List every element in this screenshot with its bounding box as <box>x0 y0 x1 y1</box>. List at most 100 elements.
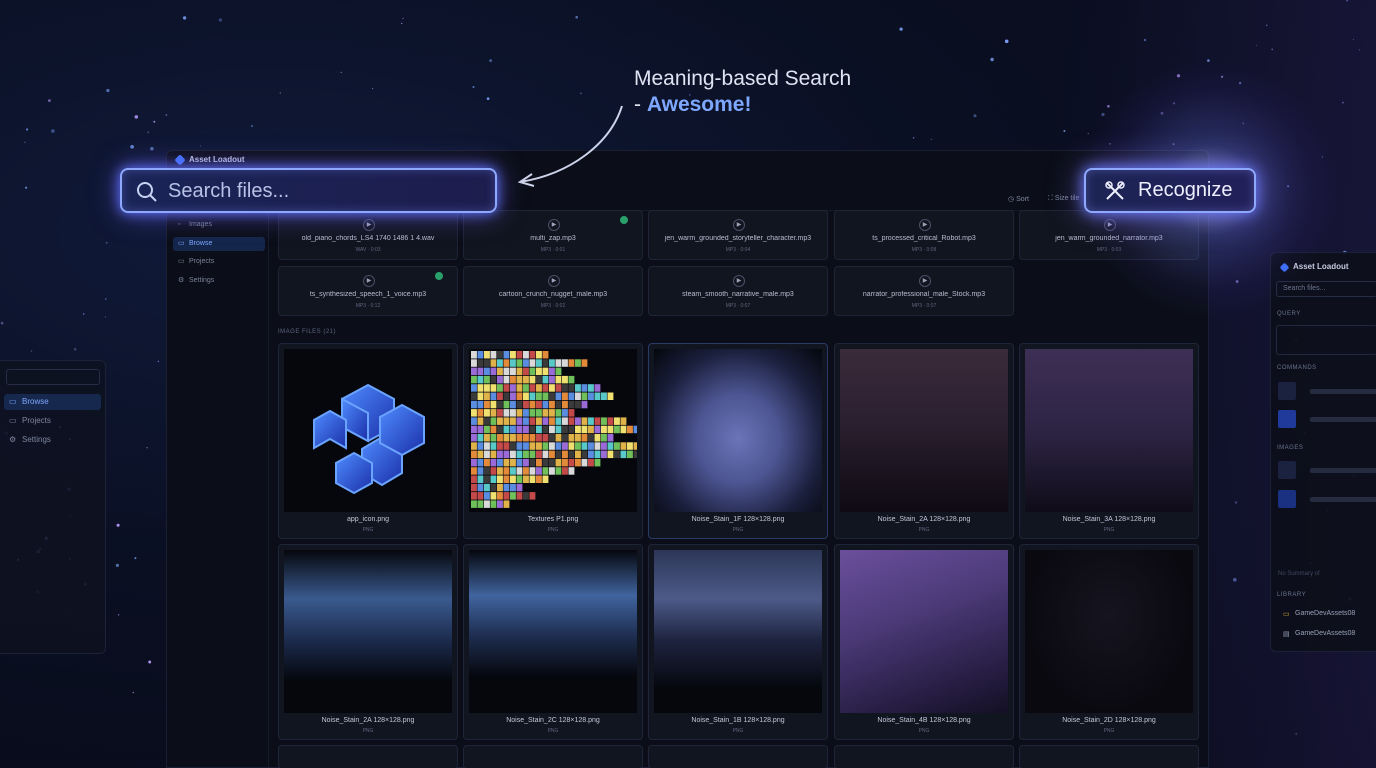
pixel-tile <box>477 467 484 475</box>
pixel-tile <box>581 417 588 425</box>
file-meta: MP3 · 0:04 <box>725 247 751 253</box>
image-file-card[interactable]: Noise_Stain_2D 128×128.png PNG <box>1019 544 1199 740</box>
sidebar-item-browse[interactable]: ▭ Browse <box>173 237 265 251</box>
sidebar-item-images[interactable]: ▫ Images <box>173 218 265 232</box>
image-file-card[interactable]: app_icon.png PNG <box>278 343 458 539</box>
section-label: IMAGES <box>1277 445 1304 451</box>
play-icon[interactable]: ▶ <box>1104 219 1116 231</box>
image-file-card[interactable]: Noise_Stain_1B 128×128.png PNG <box>648 544 828 740</box>
star-particle <box>24 141 26 144</box>
audio-file-card[interactable]: ▶ old_piano_chords_LS4 1740 1486 1 4.wav… <box>278 210 458 260</box>
pixel-tile <box>549 384 555 392</box>
pixel-tile <box>523 367 529 376</box>
image-file-card[interactable]: Noise_Stain_2A 128×128.png PNG <box>834 343 1014 539</box>
tile-size-button[interactable]: ⛶ Size tile <box>1048 195 1079 203</box>
star-particle <box>1271 48 1274 51</box>
pixel-tile <box>471 409 477 417</box>
audio-file-card[interactable]: ▶ narrator_professional_male_Stock.mp3 M… <box>834 266 1014 316</box>
star-particle <box>899 27 903 31</box>
check-icon <box>435 272 443 280</box>
thumbnail-image <box>1278 382 1296 400</box>
pixel-tile <box>503 367 510 376</box>
pixel-tile <box>497 483 503 492</box>
pixel-tile <box>484 359 490 367</box>
pixel-tile <box>529 359 536 367</box>
star-particle <box>117 613 120 616</box>
play-icon[interactable]: ▶ <box>919 219 931 231</box>
search-bar[interactable] <box>120 168 497 213</box>
pixel-tile <box>497 492 503 500</box>
recognize-button[interactable]: Recognize <box>1084 168 1256 213</box>
play-icon[interactable]: ▶ <box>548 219 560 231</box>
file-meta: MP3 · 0:02 <box>540 303 566 309</box>
placeholder-bar <box>1310 417 1376 422</box>
pixel-tile <box>588 417 594 425</box>
pixel-tile <box>601 392 607 400</box>
audio-file-card[interactable]: ▶ jen_warm_grounded_narrator.mp3 MP3 · 0… <box>1019 210 1199 260</box>
image-file-card[interactable] <box>278 745 458 768</box>
audio-file-card[interactable]: ▶ steam_smooth_narrative_male.mp3 MP3 · … <box>648 266 828 316</box>
pixel-tile <box>549 417 555 425</box>
star-particle <box>26 128 29 131</box>
pixel-tile <box>575 417 581 425</box>
audio-file-card[interactable]: ▶ ts_processed_critical_Robot.mp3 MP3 · … <box>834 210 1014 260</box>
play-icon[interactable]: ▶ <box>733 275 745 287</box>
pixel-tile <box>503 500 510 508</box>
audio-file-card[interactable]: ▶ cartoon_crunch_nugget_male.mp3 MP3 · 0… <box>463 266 643 316</box>
star-particle <box>82 313 85 315</box>
file-meta: MP3 · 0:07 <box>911 303 937 309</box>
image-file-card[interactable] <box>648 745 828 768</box>
image-file-card[interactable]: Textures P1.png PNG <box>463 343 643 539</box>
pixel-tile <box>471 359 477 367</box>
pixel-tile <box>523 400 529 409</box>
audio-file-card[interactable]: ▶ ts_synthesized_speech_1_voice.mp3 MP3 … <box>278 266 458 316</box>
play-icon[interactable]: ▶ <box>363 219 375 231</box>
play-icon[interactable]: ▶ <box>919 275 931 287</box>
image-file-card[interactable]: Noise_Stain_1F 128×128.png PNG <box>648 343 828 539</box>
star-particle <box>130 144 134 149</box>
pixel-tile <box>490 458 497 467</box>
star-particle <box>990 57 994 62</box>
pixel-tile <box>536 442 542 450</box>
pixel-tile <box>549 450 555 459</box>
search-input[interactable] <box>168 176 488 206</box>
image-file-card[interactable] <box>834 745 1014 768</box>
star-particle <box>1109 143 1111 145</box>
image-file-card[interactable] <box>463 745 643 768</box>
play-icon[interactable]: ▶ <box>548 275 560 287</box>
pixel-tile <box>477 367 484 376</box>
noise-texture-image <box>1025 550 1193 713</box>
image-caption: Noise_Stain_3A 128×128.png <box>1062 516 1156 523</box>
image-file-card[interactable]: Noise_Stain_2C 128×128.png PNG <box>463 544 643 740</box>
pixel-tile <box>549 434 555 442</box>
pixel-tile <box>529 475 536 483</box>
star-particle <box>401 22 403 25</box>
pixel-tile <box>555 467 562 475</box>
image-file-card[interactable]: Noise_Stain_4B 128×128.png PNG <box>834 544 1014 740</box>
pixel-tile <box>542 425 549 434</box>
audio-file-card[interactable]: ▶ jen_warm_grounded_storyteller_characte… <box>648 210 828 260</box>
app-logo-icon <box>1279 262 1290 273</box>
audio-file-card[interactable]: ▶ multi_zap.mp3 MP3 · 0:01 <box>463 210 643 260</box>
app-logo-icon <box>174 154 186 166</box>
pixel-tile <box>510 409 516 417</box>
pixel-tile <box>568 458 575 467</box>
sort-button[interactable]: ◷ Sort <box>1008 195 1029 203</box>
pixel-tile <box>484 375 490 384</box>
play-icon[interactable]: ▶ <box>733 219 745 231</box>
pixel-tile <box>477 458 484 467</box>
sidebar-item-projects[interactable]: ▭ Projects <box>173 255 265 269</box>
pixel-tile <box>477 359 484 367</box>
pixel-tile <box>523 458 529 467</box>
pixel-tile <box>529 442 536 450</box>
pixel-tile <box>503 483 510 492</box>
star-particle <box>25 186 28 189</box>
sidebar-item-settings[interactable]: ⚙ Settings <box>173 274 265 288</box>
play-icon[interactable]: ▶ <box>363 275 375 287</box>
image-file-card[interactable]: Noise_Stain_3A 128×128.png PNG <box>1019 343 1199 539</box>
pixel-tile <box>516 367 523 376</box>
image-caption: Noise_Stain_1F 128×128.png <box>691 516 785 523</box>
search-icon <box>137 182 157 202</box>
image-file-card[interactable]: Noise_Stain_2A 128×128.png PNG <box>278 544 458 740</box>
image-file-card[interactable] <box>1019 745 1199 768</box>
